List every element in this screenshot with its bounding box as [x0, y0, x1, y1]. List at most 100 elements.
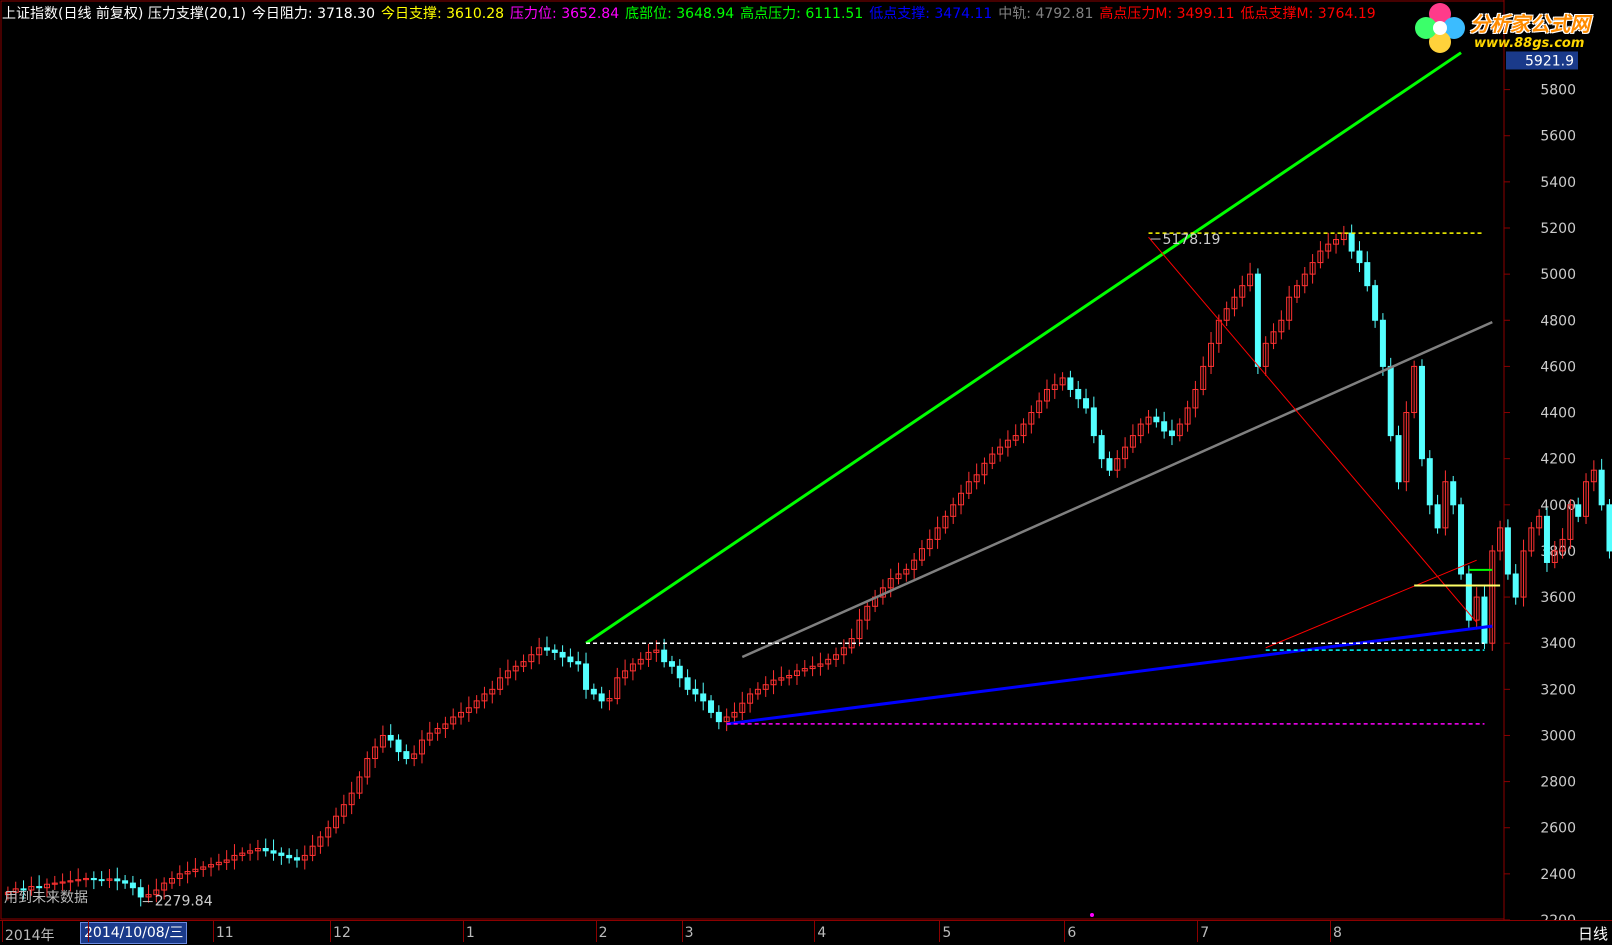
x-tick-mark: [1064, 920, 1066, 942]
candle-body: [1083, 398, 1090, 409]
candle-body: [270, 850, 277, 854]
header-item: 上证指数(日线 前复权) 压力支撑(20,1): [2, 6, 246, 22]
y-tick-label: 5800: [1540, 83, 1576, 99]
candle-body: [1450, 481, 1457, 506]
x-tick-mark: [681, 920, 683, 942]
y-tick-label: 3000: [1540, 728, 1576, 744]
candle-body: [403, 751, 410, 760]
candle-body: [1372, 285, 1379, 321]
candle-body: [676, 665, 683, 679]
x-tick-mark: [595, 920, 597, 942]
candle-body: [1364, 262, 1371, 287]
x-tick-mark: [1330, 920, 1332, 942]
candle-body: [1153, 416, 1160, 423]
red-low-support-line: [1265, 559, 1477, 649]
candle-body: [598, 693, 605, 702]
x-tick-label: 4: [817, 925, 827, 941]
x-tick-mark: [212, 920, 214, 942]
candle-body: [1395, 435, 1402, 483]
candle-body: [122, 880, 129, 884]
plot-frame: [0, 0, 1505, 920]
x-tick-mark: [462, 920, 464, 942]
x-tick-mark: [1, 920, 3, 942]
x-tick-mark: [939, 920, 941, 942]
candle-body: [293, 857, 300, 861]
candle-body: [1348, 232, 1355, 252]
candle-body: [708, 700, 715, 713]
header-item: 今日支撑: 3610.28: [380, 6, 505, 22]
annotation-label: 2279.84: [155, 894, 213, 910]
x-tick-label: 12: [333, 925, 351, 941]
x-tick-label: 2014年: [4, 928, 55, 944]
annotation-label: 5178.19: [1163, 232, 1221, 248]
candle-body: [1098, 435, 1105, 460]
candle-body: [114, 878, 121, 882]
candle-body: [1598, 469, 1605, 506]
candle-body: [575, 661, 582, 665]
candle-body: [692, 688, 699, 695]
x-tick-mark: [330, 920, 332, 942]
candle-body: [278, 852, 285, 856]
header-item: 高点压力: 6111.51: [740, 6, 864, 22]
y-tick-label: 4800: [1540, 313, 1576, 329]
y-tick-label: 2600: [1540, 821, 1576, 837]
period-label[interactable]: 日线: [1578, 923, 1608, 944]
header-item: 低点支撑M: 3764.19: [1240, 6, 1376, 22]
y-tick-label: 4200: [1540, 452, 1576, 468]
red-high-pressure-line: [1148, 236, 1478, 623]
x-tick-label: 3: [684, 925, 694, 941]
y-tick-label: 4600: [1540, 359, 1576, 375]
y-tick-label: 4400: [1540, 406, 1576, 422]
y-tick-label: 5200: [1540, 221, 1576, 237]
header-item: 今日阻力: 3718.30: [251, 6, 375, 22]
candle-body: [262, 847, 269, 852]
candle-body: [1356, 250, 1363, 264]
candle-body: [1481, 596, 1488, 644]
candle-body: [1254, 273, 1261, 367]
candle-body: [1512, 573, 1519, 598]
mid-track-line: [741, 320, 1493, 659]
candle-body: [387, 734, 394, 741]
x-tick-mark: [87, 920, 89, 942]
candle-body: [583, 663, 590, 690]
candle-body: [1075, 388, 1082, 400]
candle-body: [1418, 365, 1425, 460]
y-tick-label: 2800: [1540, 775, 1576, 791]
candle-body: [700, 693, 707, 702]
y-tick-label: 3400: [1540, 636, 1576, 652]
candle-body: [1434, 504, 1441, 529]
candle-body: [395, 739, 402, 753]
header-item: 中轨: 4792.81: [998, 6, 1094, 22]
candle-body: [567, 656, 574, 663]
chart-canvas: 2200240026002800300032003400360038004000…: [0, 0, 1612, 929]
date-axis-bar: [0, 920, 1612, 945]
candle-body: [129, 882, 136, 889]
flower-logo-icon: [1415, 3, 1465, 53]
y-tick-label: 5600: [1540, 129, 1576, 145]
candle-body: [1504, 527, 1511, 575]
candle-body: [137, 887, 144, 898]
y-tick-label: 3200: [1540, 682, 1576, 698]
x-tick-mark: [814, 920, 816, 942]
candle-body: [1387, 365, 1394, 437]
candle-body: [90, 877, 97, 881]
candle-body: [1379, 319, 1386, 367]
candle-body: [590, 688, 597, 695]
candle-body: [684, 677, 691, 690]
candle-body: [668, 661, 675, 667]
marker-dot: [1090, 913, 1094, 917]
low-support-line: [726, 624, 1493, 726]
x-tick-label: 6: [1067, 925, 1077, 941]
selected-date[interactable]: 2014/10/08/三: [80, 922, 188, 944]
candle-body: [559, 651, 566, 658]
candle-body: [1161, 421, 1168, 432]
candle-body: [1543, 515, 1550, 563]
logo-title: 分析家公式网: [1470, 12, 1590, 36]
x-tick-label: 1: [465, 925, 475, 941]
y-tick-label: 3600: [1540, 590, 1576, 606]
candle-body: [1106, 458, 1113, 471]
x-tick-mark: [1197, 920, 1199, 942]
y-tick-label: 2400: [1540, 867, 1576, 883]
candle-body: [1168, 430, 1175, 437]
y-tick-label: 5400: [1540, 175, 1576, 191]
